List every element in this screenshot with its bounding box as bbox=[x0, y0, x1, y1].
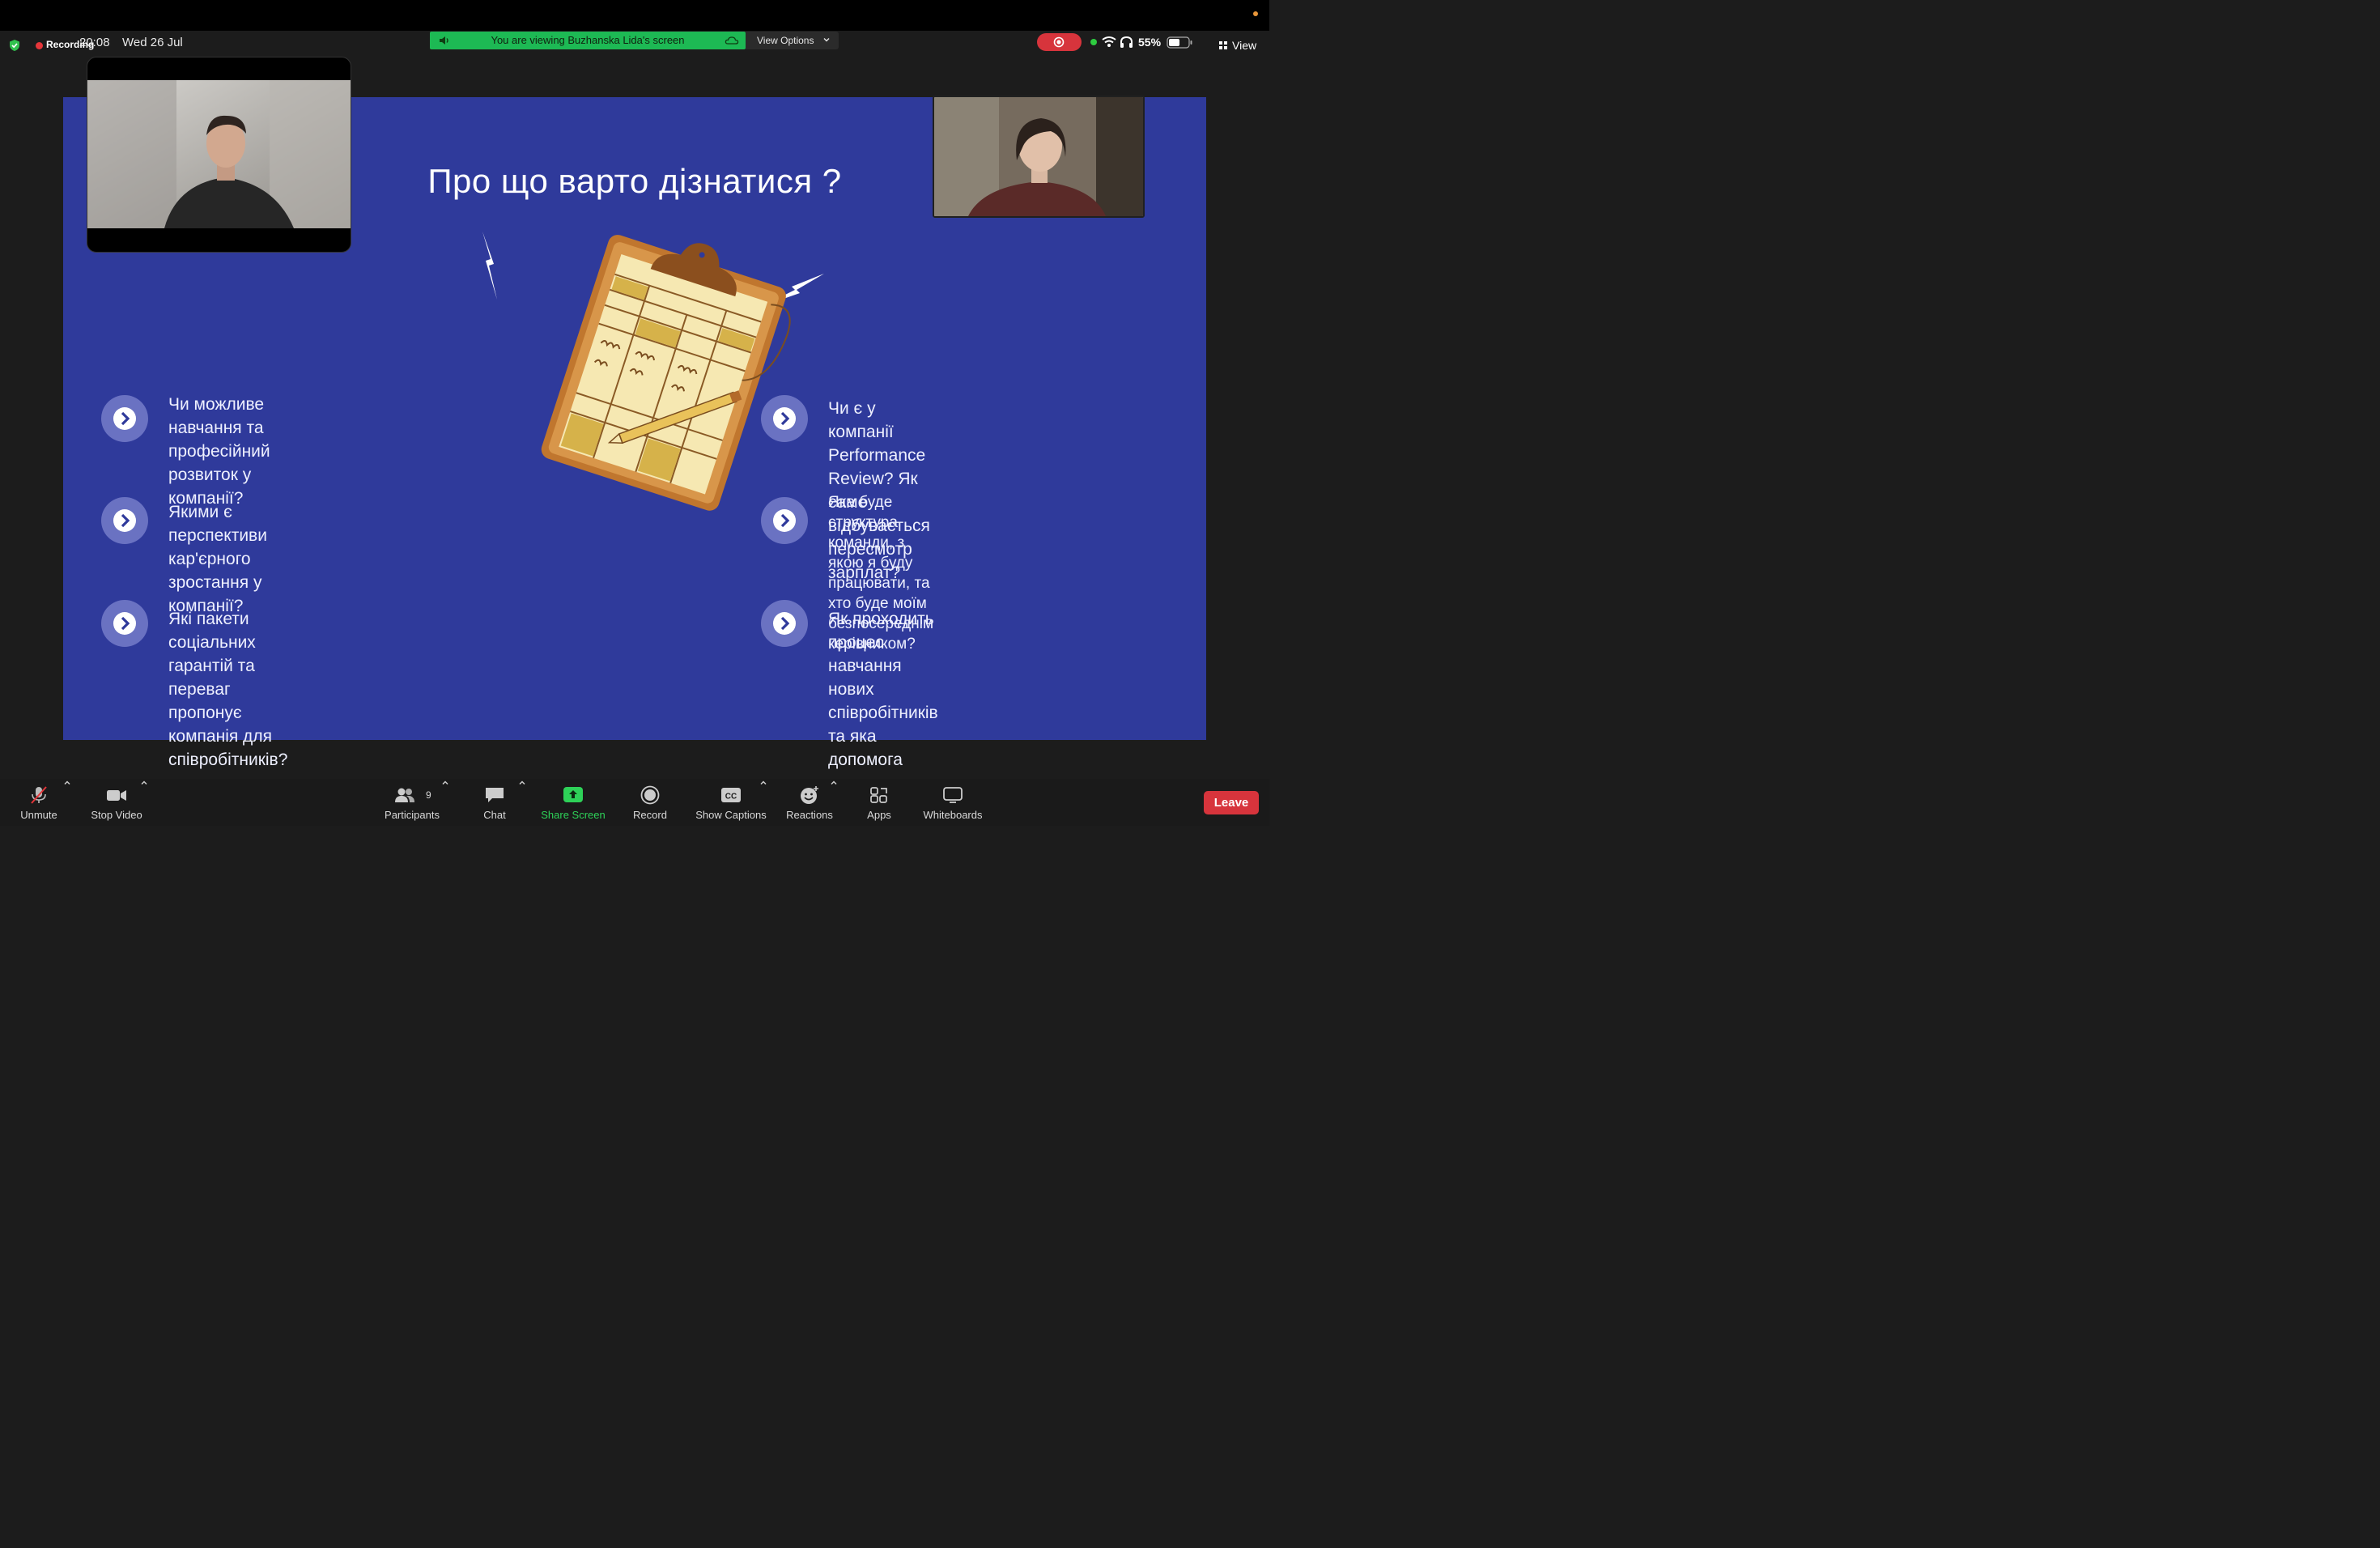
lightning-icon bbox=[482, 232, 497, 300]
bullet-circle bbox=[101, 395, 148, 442]
viewing-notice-text: You are viewing Buzhanska Lida's screen bbox=[491, 34, 685, 46]
participants-label: Participants bbox=[385, 809, 440, 821]
participant-video-tile[interactable] bbox=[87, 57, 351, 253]
date: Wed 26 Jul bbox=[122, 36, 183, 49]
record-icon bbox=[640, 785, 660, 805]
apps-button[interactable]: Apps bbox=[858, 779, 900, 826]
chat-label: Chat bbox=[483, 809, 506, 821]
arrow-right-icon bbox=[113, 509, 136, 532]
battery-icon[interactable] bbox=[1167, 36, 1192, 49]
whiteboard-icon bbox=[943, 787, 963, 803]
chat-button[interactable]: Chat bbox=[474, 779, 516, 826]
view-button-label: View bbox=[1232, 39, 1257, 52]
chevron-up-icon[interactable] bbox=[441, 779, 449, 787]
question-text: Які пакети соціальних гарантій та перева… bbox=[168, 610, 288, 769]
bullet-circle bbox=[761, 497, 808, 544]
clipboard-illustration bbox=[482, 232, 824, 511]
meeting-toolbar: Unmute Stop Video 9 Participants Chat Sh… bbox=[0, 779, 1269, 826]
whiteboards-label: Whiteboards bbox=[923, 809, 983, 821]
menu-bar bbox=[0, 0, 1269, 31]
battery-percent: 55% bbox=[1138, 36, 1162, 49]
bullet-circle bbox=[101, 600, 148, 647]
show-captions-label: Show Captions bbox=[695, 809, 767, 821]
question-text: Якими є перспективи кар'єрного зростання… bbox=[168, 503, 267, 615]
chevron-up-icon[interactable] bbox=[830, 779, 838, 787]
participant-video-tile[interactable] bbox=[933, 96, 1145, 218]
show-captions-button[interactable]: CC Show Captions bbox=[692, 779, 770, 826]
reactions-button[interactable]: Reactions bbox=[782, 779, 837, 826]
arrow-right-icon bbox=[773, 612, 796, 635]
participant-video-feed bbox=[87, 80, 351, 228]
bullet-circle bbox=[761, 600, 808, 647]
record-label: Record bbox=[633, 809, 667, 821]
view-options-label: View Options bbox=[757, 35, 814, 46]
reactions-icon bbox=[801, 786, 818, 804]
muted-mic-icon bbox=[31, 786, 47, 804]
cloud-icon[interactable] bbox=[725, 34, 739, 47]
arrow-right-icon bbox=[773, 407, 796, 430]
wifi-icon[interactable] bbox=[1102, 36, 1116, 48]
bullet-circle bbox=[761, 395, 808, 442]
arrow-right-icon bbox=[773, 509, 796, 532]
reactions-label: Reactions bbox=[786, 809, 833, 821]
grid-icon bbox=[1219, 41, 1227, 49]
captions-icon: CC bbox=[721, 788, 741, 802]
view-options-button[interactable]: View Options bbox=[746, 32, 839, 49]
headphones-icon[interactable] bbox=[1120, 36, 1133, 49]
bullet-circle bbox=[101, 497, 148, 544]
shield-icon[interactable] bbox=[8, 39, 21, 52]
chevron-up-icon[interactable] bbox=[759, 779, 767, 787]
chat-icon bbox=[486, 788, 504, 802]
mic-indicator-dot bbox=[1253, 11, 1258, 16]
share-screen-label: Share Screen bbox=[541, 809, 606, 821]
stop-share-button[interactable] bbox=[1037, 33, 1082, 51]
viewing-notice-bar: You are viewing Buzhanska Lida's screen bbox=[430, 32, 746, 49]
participants-count: 9 bbox=[426, 789, 431, 801]
arrow-right-icon bbox=[113, 407, 136, 430]
chevron-up-icon[interactable] bbox=[63, 779, 71, 787]
stop-video-button[interactable]: Stop Video bbox=[84, 779, 149, 826]
leave-button[interactable]: Leave bbox=[1204, 791, 1259, 814]
apps-label: Apps bbox=[867, 809, 891, 821]
clock: 20:08 bbox=[79, 36, 110, 49]
video-camera-icon bbox=[107, 790, 126, 801]
stop-share-icon bbox=[1053, 36, 1065, 48]
arrow-right-icon bbox=[113, 612, 136, 635]
question-text: Чи можливе навчання та професійний розви… bbox=[168, 395, 270, 508]
chevron-down-icon bbox=[823, 38, 830, 42]
unmute-label: Unmute bbox=[20, 809, 57, 821]
share-screen-icon bbox=[563, 787, 583, 802]
chevron-up-icon[interactable] bbox=[140, 779, 148, 787]
whiteboards-button[interactable]: Whiteboards bbox=[918, 779, 988, 826]
stop-video-label: Stop Video bbox=[91, 809, 142, 821]
view-button[interactable]: View bbox=[1218, 39, 1256, 52]
share-screen-button[interactable]: Share Screen bbox=[538, 779, 609, 826]
record-button[interactable]: Record bbox=[625, 779, 675, 826]
apps-icon bbox=[870, 787, 887, 803]
unmute-button[interactable]: Unmute bbox=[12, 779, 66, 826]
participants-icon bbox=[394, 788, 414, 802]
camera-active-dot bbox=[1090, 39, 1097, 45]
participants-button[interactable]: 9 Participants bbox=[380, 779, 444, 826]
recording-dot bbox=[36, 42, 43, 49]
chevron-up-icon[interactable] bbox=[518, 779, 526, 787]
participant-video-feed bbox=[934, 97, 1143, 216]
svg-text:CC: CC bbox=[725, 793, 737, 802]
